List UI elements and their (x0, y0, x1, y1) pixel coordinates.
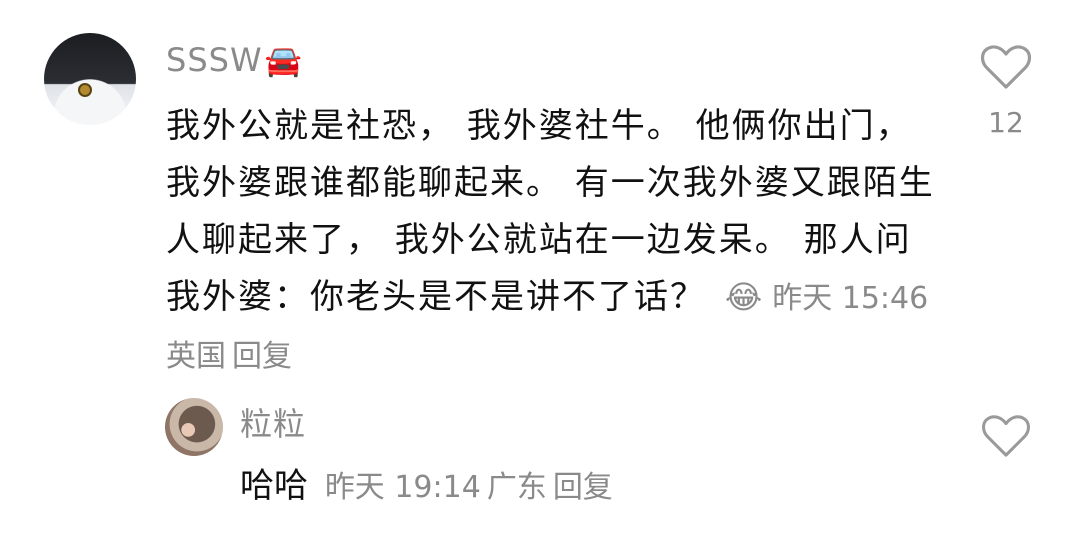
reply-time: 昨天 19:14 (324, 470, 481, 505)
reply-username[interactable]: 粒粒 (240, 404, 306, 444)
username-text: SSSW (166, 41, 263, 79)
avatar-detail (80, 85, 90, 95)
reply-like-button[interactable] (976, 414, 1036, 458)
comment-location: 英国 (166, 339, 226, 374)
reply-content: 哈哈 (240, 466, 308, 506)
comment-time: 昨天 15:46 (772, 281, 929, 316)
laughing-emoji: 😂 (724, 278, 763, 316)
reply-avatar[interactable] (165, 398, 223, 456)
heart-icon (980, 45, 1032, 89)
comment-username[interactable]: SSSW🚘 (166, 40, 303, 82)
reply-button[interactable]: 回复 (232, 339, 292, 374)
heart-icon (981, 415, 1031, 457)
avatar[interactable] (44, 33, 136, 125)
reply-meta: 昨天 19:14 广东 回复 (325, 470, 619, 505)
username-emoji: 🚘 (264, 44, 303, 79)
reply-text: 哈哈 昨天 19:14 广东 回复 (240, 462, 619, 512)
like-count: 12 (988, 106, 1024, 139)
reply-location: 广东 (486, 470, 547, 505)
comment-text: 我外公就是社恐， 我外婆社牛。 他俩你出门，我外婆跟谁都能聊起来。 有一次我外婆… (166, 98, 936, 385)
reply-reply-button[interactable]: 回复 (553, 470, 613, 505)
like-button[interactable]: 12 (976, 44, 1036, 140)
